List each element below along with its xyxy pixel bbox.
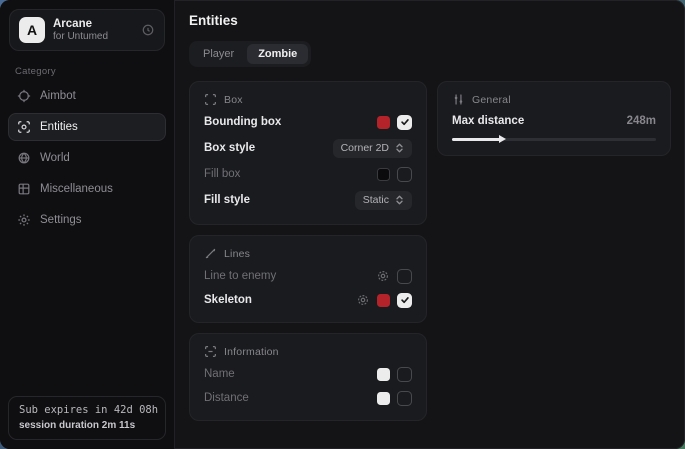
sidebar-item-world[interactable]: World [8, 144, 166, 172]
setting-row-skeleton: Skeleton [204, 288, 412, 312]
app-window: A Arcane for Untumed Category Aimbot [0, 0, 685, 449]
setting-row-distance: Distance [204, 386, 412, 410]
main-panel: Entities Player Zombie Box [175, 0, 685, 449]
bounding-box-checkbox[interactable] [397, 115, 412, 130]
general-card-title: General [472, 94, 511, 106]
app-name: Arcane [53, 18, 108, 30]
sidebar: A Arcane for Untumed Category Aimbot [0, 0, 175, 449]
box-card-title: Box [224, 94, 243, 106]
max-distance-value: 248m [627, 115, 656, 127]
sidebar-item-label: Settings [40, 214, 82, 226]
color-swatch-black[interactable] [377, 168, 390, 181]
sub-expiry-text: Sub expires in 42d 08h [19, 404, 155, 416]
sidebar-item-label: Miscellaneous [40, 183, 113, 195]
entity-tabs: Player Zombie [189, 41, 311, 67]
distance-checkbox[interactable] [397, 391, 412, 406]
color-swatch-white[interactable] [377, 368, 390, 381]
setting-row-fill-style: Fill style Static [204, 186, 412, 214]
color-swatch-red[interactable] [377, 294, 390, 307]
lines-card-title: Lines [224, 248, 250, 260]
name-checkbox[interactable] [397, 367, 412, 382]
setting-label: Line to enemy [204, 270, 276, 282]
settings-gear-icon[interactable] [356, 293, 370, 307]
select-value: Static [363, 194, 389, 206]
box-card-header: Box [204, 91, 412, 110]
scan-corners-icon [204, 93, 217, 106]
app-title-block: Arcane for Untumed [53, 18, 108, 42]
lines-card: Lines Line to enemy [189, 235, 427, 323]
grid-icon [17, 182, 31, 196]
max-distance-slider[interactable] [452, 133, 656, 145]
information-card-header: Information [204, 343, 412, 362]
setting-row-bounding-box: Bounding box [204, 110, 412, 134]
general-card: General Max distance 248m [437, 81, 671, 156]
max-distance-label: Max distance [452, 115, 524, 127]
tab-player[interactable]: Player [192, 44, 245, 64]
check-icon [400, 117, 410, 127]
sidebar-item-label: Entities [40, 121, 78, 133]
sidebar-item-entities[interactable]: Entities [8, 113, 166, 141]
setting-label: Bounding box [204, 116, 281, 128]
session-duration-text: session duration 2m 11s [19, 420, 155, 431]
check-icon [400, 295, 410, 305]
sliders-icon [452, 93, 465, 106]
color-swatch-white[interactable] [377, 392, 390, 405]
fill-box-checkbox[interactable] [397, 167, 412, 182]
right-column: General Max distance 248m [437, 81, 671, 156]
setting-label: Box style [204, 142, 255, 154]
box-card: Box Bounding box [189, 81, 427, 225]
app-logo: A [19, 17, 45, 43]
skeleton-checkbox[interactable] [397, 293, 412, 308]
sidebar-item-miscellaneous[interactable]: Miscellaneous [8, 175, 166, 203]
slider-fill [452, 138, 501, 141]
sidebar-item-label: World [40, 152, 70, 164]
setting-row-line-to-enemy: Line to enemy [204, 264, 412, 288]
category-label: Category [15, 66, 159, 77]
setting-label: Distance [204, 392, 249, 404]
crosshair-icon [17, 89, 31, 103]
chevrons-up-down-icon [395, 143, 404, 153]
settings-gear-icon[interactable] [376, 269, 390, 283]
tab-zombie[interactable]: Zombie [247, 44, 308, 64]
setting-label: Name [204, 368, 235, 380]
setting-label: Fill box [204, 168, 240, 180]
page-title: Entities [189, 13, 671, 28]
box-style-select[interactable]: Corner 2D [333, 139, 412, 158]
sidebar-item-label: Aimbot [40, 90, 76, 102]
general-card-header: General [452, 91, 656, 110]
setting-label: Skeleton [204, 294, 252, 306]
diagonal-line-icon [204, 247, 217, 260]
chevrons-up-down-icon [395, 195, 404, 205]
setting-row-name: Name [204, 362, 412, 386]
scan-text-icon [204, 345, 217, 358]
information-card-title: Information [224, 346, 279, 358]
app-subtitle: for Untumed [53, 31, 108, 42]
line-to-enemy-checkbox[interactable] [397, 269, 412, 284]
color-swatch-red[interactable] [377, 116, 390, 129]
scan-entity-icon [17, 120, 31, 134]
max-distance-row: Max distance 248m [452, 110, 656, 127]
information-card: Information Name Distance [189, 333, 427, 421]
refresh-icon[interactable] [141, 23, 155, 37]
slider-thumb[interactable] [499, 135, 506, 143]
subscription-info-card: Sub expires in 42d 08h session duration … [8, 396, 166, 440]
gear-icon [17, 213, 31, 227]
sidebar-item-aimbot[interactable]: Aimbot [8, 82, 166, 110]
setting-label: Fill style [204, 194, 250, 206]
left-column: Box Bounding box [189, 81, 427, 421]
sidebar-item-settings[interactable]: Settings [8, 206, 166, 234]
sidebar-nav: Aimbot Entities World [0, 82, 174, 234]
fill-style-select[interactable]: Static [355, 191, 412, 210]
settings-content: Box Bounding box [189, 81, 671, 421]
setting-row-box-style: Box style Corner 2D [204, 134, 412, 162]
select-value: Corner 2D [341, 142, 389, 154]
setting-row-fill-box: Fill box [204, 162, 412, 186]
lines-card-header: Lines [204, 245, 412, 264]
globe-icon [17, 151, 31, 165]
app-logo-card: A Arcane for Untumed [9, 9, 165, 51]
